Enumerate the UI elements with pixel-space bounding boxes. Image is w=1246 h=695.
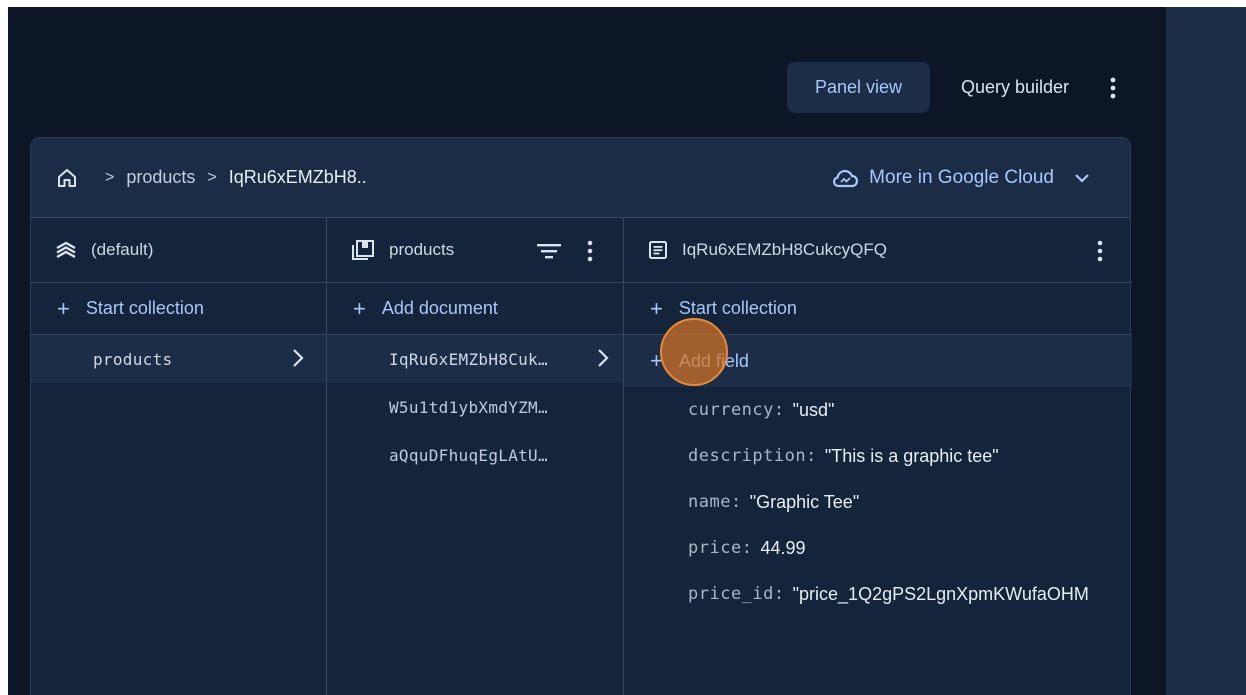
document-id: IqRu6xEMZbH8CukcyQFQ [682,240,887,259]
breadcrumb-item-products[interactable]: products [126,167,195,188]
chevron-down-icon [1074,173,1090,183]
add-document-label: Add document [381,298,498,318]
database-icon [55,240,77,260]
breadcrumb: > products > IqRu6xEMZbH8.. More in Goog… [31,138,1130,218]
chevron-right-icon: > [207,168,217,186]
more-options-icon[interactable] [587,218,593,283]
collection-name: products [389,240,455,259]
chevron-right-icon: > [105,168,115,186]
field-colon: : [730,492,742,512]
chevron-right-icon [292,348,304,372]
field-row-name[interactable]: name : "Graphic Tee" [624,479,1132,525]
plus-icon: + [353,295,366,321]
collection-header: products [327,218,623,283]
field-value: "This is a graphic tee" [824,445,999,466]
collection-icon [351,239,375,261]
field-key: name [688,492,731,512]
document-id: aQquDFhuqEgLAtU… [389,445,548,465]
cloud-icon [831,167,859,189]
field-row-currency[interactable]: currency: "usd" [624,387,1132,433]
document-id: W5u1td1ybXmdYZM… [389,397,548,417]
database-column: (default) + Start collection products [31,218,327,695]
more-in-google-cloud-label: More in Google Cloud [869,167,1054,188]
field-colon: : [773,584,785,604]
field-key: price [688,538,742,558]
add-document-button[interactable]: + Add document [327,283,623,335]
collection-column: products + Add document IqRu6xEMZbH8Cuk… [327,218,624,695]
plus-icon: + [650,295,663,321]
right-side-panel [1166,7,1246,695]
breadcrumb-item-document[interactable]: IqRu6xEMZbH8.. [229,167,367,188]
query-builder-button[interactable]: Query builder [945,62,1085,113]
database-name: (default) [91,240,154,259]
document-icon [648,240,668,260]
start-collection-label: Start collection [85,298,204,318]
field-value: "usd" [792,399,835,420]
field-row-price[interactable]: price: 44.99 [624,525,1132,571]
chevron-right-icon [597,348,609,372]
field-value: "price_1Q2gPS2LgnXpmKWufaOHM [792,583,1089,604]
list-item[interactable]: IqRu6xEMZbH8Cuk… [327,335,623,383]
click-indicator [660,318,728,386]
field-row-description[interactable]: description: "This is a graphic tee" [624,433,1132,479]
more-in-google-cloud-button[interactable]: More in Google Cloud [831,138,1090,218]
list-item[interactable]: aQquDFhuqEgLAtU… [327,431,623,479]
filter-icon[interactable] [536,218,562,283]
field-colon: : [773,400,785,420]
document-column: IqRu6xEMZbH8CukcyQFQ + Start collection … [624,218,1132,695]
start-collection-label: Start collection [678,298,797,318]
document-id: IqRu6xEMZbH8Cuk… [389,349,548,369]
document-header: IqRu6xEMZbH8CukcyQFQ [624,218,1132,283]
database-header: (default) [31,218,326,283]
field-key: description [688,446,807,466]
plus-icon: + [57,295,70,321]
data-panel: > products > IqRu6xEMZbH8.. More in Goog… [30,137,1132,695]
field-value: "Graphic Tee" [749,491,860,512]
field-value: 44.99 [760,537,806,558]
field-row-price-id[interactable]: price_id: "price_1Q2gPS2LgnXpmKWufaOHM [624,571,1132,617]
start-collection-button[interactable]: + Start collection [31,283,326,335]
field-key: price_id [688,584,774,604]
field-colon: : [806,446,817,466]
collection-name: products [93,349,173,369]
field-colon: : [741,538,753,558]
panel-columns: (default) + Start collection products pr… [31,218,1132,695]
home-icon[interactable] [55,166,79,190]
app-screen: Panel view Query builder > products > Iq… [8,7,1246,695]
field-key: currency [688,400,774,420]
list-item[interactable]: W5u1td1ybXmdYZM… [327,383,623,431]
more-options-icon[interactable] [1097,218,1103,283]
more-options-icon[interactable] [1101,62,1125,113]
list-item[interactable]: products [31,335,326,383]
view-toolbar: Panel view Query builder [8,62,1166,114]
panel-view-button[interactable]: Panel view [787,62,930,113]
